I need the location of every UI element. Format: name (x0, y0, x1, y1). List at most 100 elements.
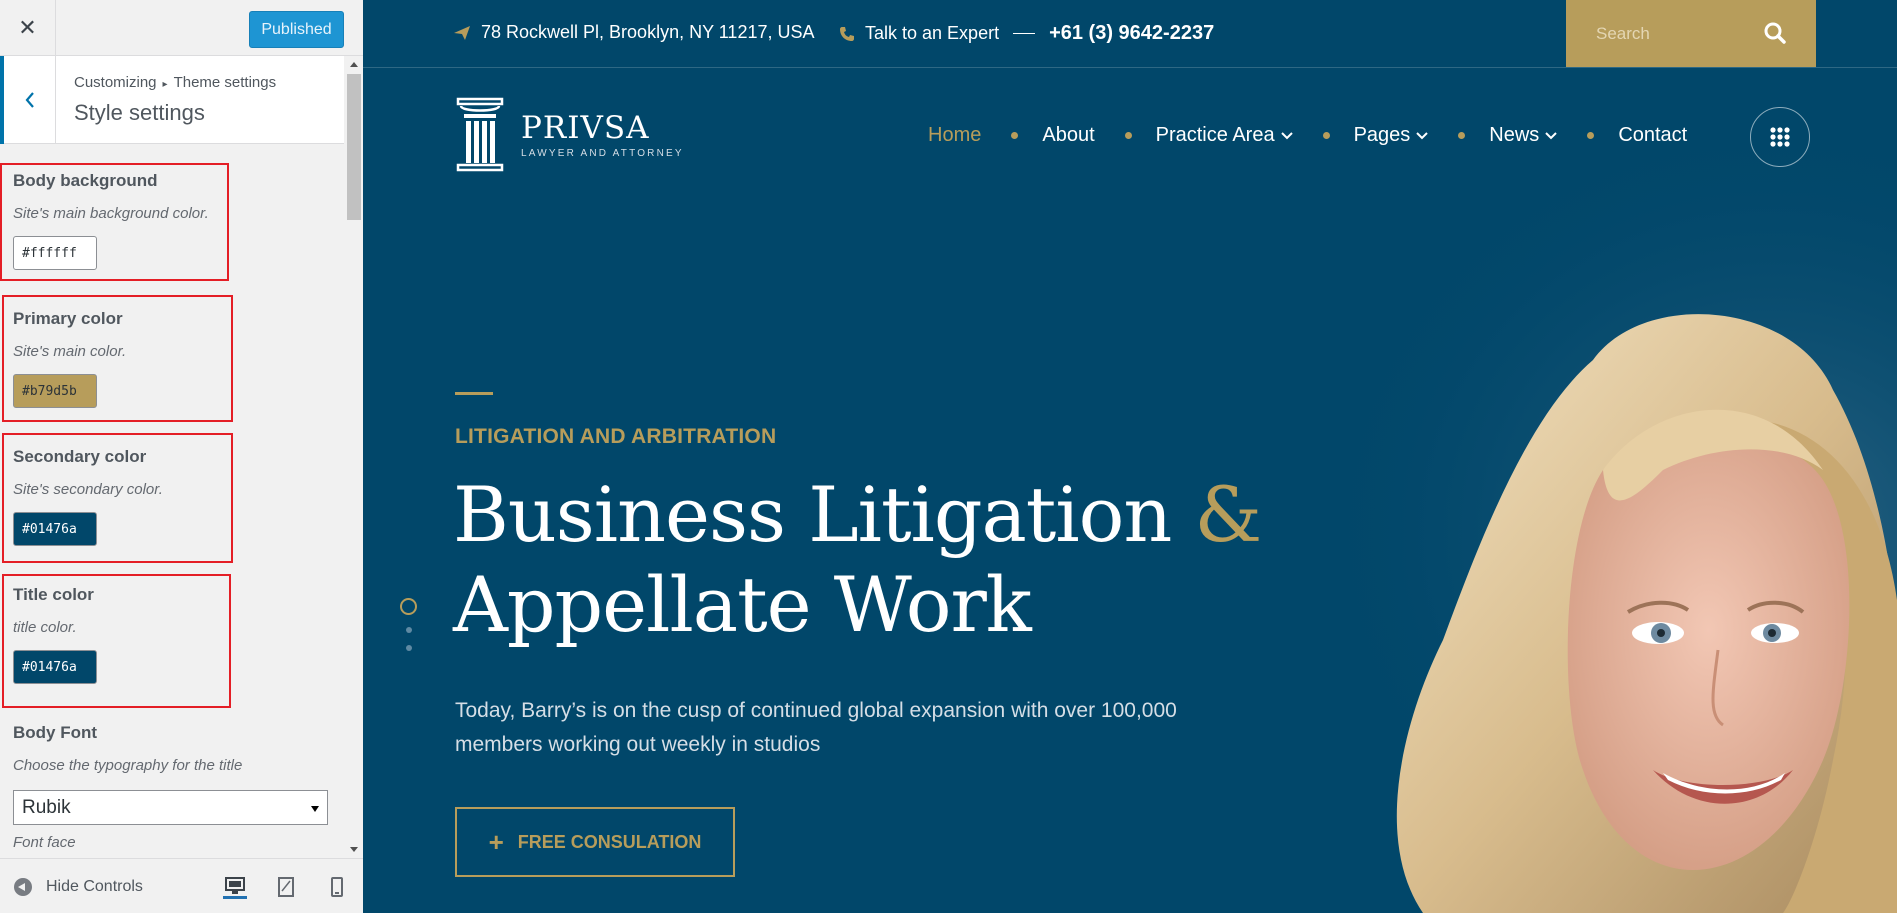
free-consultation-button[interactable]: + FREE CONSULATION (455, 807, 735, 877)
chevron-down-icon (1416, 131, 1429, 139)
phone-number[interactable]: +61 (3) 9642-2237 (1049, 22, 1214, 45)
talk-to-expert-label: Talk to an Expert (865, 23, 1000, 43)
search-input[interactable] (1566, 0, 1746, 67)
control-description: Site's main color. (13, 343, 127, 360)
nav-label: About (1042, 124, 1095, 146)
tablet-icon (278, 877, 294, 897)
nav-separator-dot (1587, 132, 1595, 139)
nav-separator-dot (1458, 132, 1466, 139)
back-button[interactable] (0, 56, 56, 144)
section-title: Style settings (74, 100, 205, 125)
font-face-label: Font face (13, 834, 76, 851)
control-title: Body background (13, 171, 158, 190)
color-picker-button[interactable]: #01476a (13, 650, 97, 684)
top-bar: 78 Rockwell Pl, Brooklyn, NY 11217, USA … (363, 0, 1897, 68)
search-icon[interactable] (1764, 22, 1786, 44)
chevron-left-icon (25, 92, 34, 108)
nav-label: Practice Area (1155, 124, 1275, 146)
plus-icon: + (488, 826, 504, 857)
body-font-control: Body Font Choose the typography for the … (13, 723, 333, 774)
nav-label: Home (928, 124, 982, 146)
control-description: title color. (13, 619, 77, 636)
publish-button[interactable]: Published (249, 11, 344, 48)
phone-icon (840, 26, 854, 41)
control-title: Title color (13, 585, 94, 604)
control-title: Body Font (13, 723, 98, 742)
title-color-control: Title color title color. #01476a (13, 585, 233, 684)
breadcrumb-item: Theme settings (173, 74, 277, 91)
nav-label: Contact (1618, 124, 1688, 146)
hero-description: Today, Barry’s is on the cusp of continu… (455, 699, 1177, 756)
nav-separator-dot (1322, 132, 1330, 139)
close-customizer-button[interactable]: ✕ (0, 0, 56, 56)
customizer-panel: ✕ Published Customizing ▸ Theme settings S… (0, 0, 363, 913)
hero-kicker: LITIGATION AND ARBITRATION (455, 425, 777, 448)
offcanvas-menu-button[interactable] (1750, 107, 1810, 167)
nav-separator-dot (1124, 132, 1132, 139)
nav-item-practice-area[interactable]: Practice Area (1156, 124, 1293, 147)
collapse-icon (14, 878, 32, 896)
address-text: 78 Rockwell Pl, Brooklyn, NY 11217, USA (481, 22, 815, 42)
nav-item-news[interactable]: News (1489, 124, 1558, 147)
panel-scrollbar[interactable] (344, 56, 363, 858)
hero-title-ampersand: & (1194, 470, 1263, 559)
nav-item-pages[interactable]: Pages (1354, 124, 1429, 147)
mobile-preview-button[interactable] (325, 875, 349, 899)
talk-to-expert-item: Talk to an Expert +61 (3) 9642-2237 (839, 22, 1214, 45)
font-select[interactable]: Rubik (13, 790, 328, 825)
nav-label: Pages (1353, 124, 1411, 146)
cta-label: FREE CONSULATION (517, 831, 702, 852)
slider-dot[interactable] (405, 627, 412, 633)
tablet-preview-button[interactable] (274, 875, 298, 899)
desktop-icon (225, 876, 245, 894)
control-title: Secondary color (13, 447, 147, 466)
hero-title: Business Litigation & Appellate Work (453, 470, 1263, 650)
scroll-down-arrow-icon[interactable] (350, 847, 358, 852)
slider-pagination (400, 598, 417, 651)
breadcrumb-separator: ▸ (162, 79, 168, 90)
body-background-control: Body background Site's main background c… (13, 171, 233, 270)
control-description: Site's secondary color. (13, 481, 163, 498)
logo-name: PRIVSA (521, 109, 650, 146)
control-description: Choose the typography for the title (13, 757, 243, 774)
color-picker-button[interactable]: #ffffff (13, 236, 97, 270)
address-item: 78 Rockwell Pl, Brooklyn, NY 11217, USA (453, 22, 815, 43)
secondary-color-control: Secondary color Site's secondary color. … (13, 447, 233, 546)
nav-item-about[interactable]: About (1042, 124, 1094, 147)
breadcrumb-item: Customizing (74, 74, 157, 91)
nav-label: News (1489, 124, 1540, 146)
chevron-down-icon (1545, 131, 1558, 139)
mobile-icon (331, 877, 343, 897)
logo-text: PRIVSA LAWYER AND ATTORNEY (521, 112, 684, 159)
dash-divider (1013, 33, 1036, 34)
scroll-thumb[interactable] (347, 74, 361, 220)
desktop-preview-button[interactable] (223, 875, 247, 899)
scroll-up-arrow-icon[interactable] (350, 62, 358, 67)
control-description: Site's main background color. (13, 205, 209, 222)
breadcrumb: Customizing ▸ Theme settings (74, 74, 276, 91)
paper-plane-icon (454, 25, 470, 40)
site-preview: 78 Rockwell Pl, Brooklyn, NY 11217, USA … (363, 0, 1897, 913)
color-picker-button[interactable]: #01476a (13, 512, 97, 546)
search-box (1566, 0, 1816, 67)
nav-item-contact[interactable]: Contact (1618, 124, 1687, 147)
hero-title-line2: Appellate Work (453, 560, 1032, 649)
nav-item-home[interactable]: Home (928, 124, 981, 147)
color-picker-button[interactable]: #b79d5b (13, 374, 97, 408)
site-logo[interactable]: PRIVSA LAWYER AND ATTORNEY (455, 97, 684, 173)
slider-dot-active[interactable] (400, 598, 417, 615)
control-title: Primary color (13, 309, 123, 328)
slider-dot[interactable] (405, 645, 412, 651)
hero-accent-line (455, 392, 493, 395)
dropdown-arrow-icon (311, 806, 319, 812)
hide-controls-button[interactable]: Hide Controls (14, 878, 143, 896)
main-nav: Home About Practice Area Pages News Cont… (928, 124, 1687, 147)
section-header: Customizing ▸ Theme settings Style setting… (0, 56, 344, 144)
logo-tagline: LAWYER AND ATTORNEY (521, 147, 684, 159)
customizer-header: ✕ Published (0, 0, 363, 56)
grid-dots-icon (1770, 127, 1790, 147)
pillar-logo-icon (456, 97, 504, 172)
chevron-down-icon (1280, 131, 1293, 139)
primary-color-control: Primary color Site's main color. #b79d5b (13, 309, 233, 408)
nav-separator-dot (1011, 132, 1019, 139)
